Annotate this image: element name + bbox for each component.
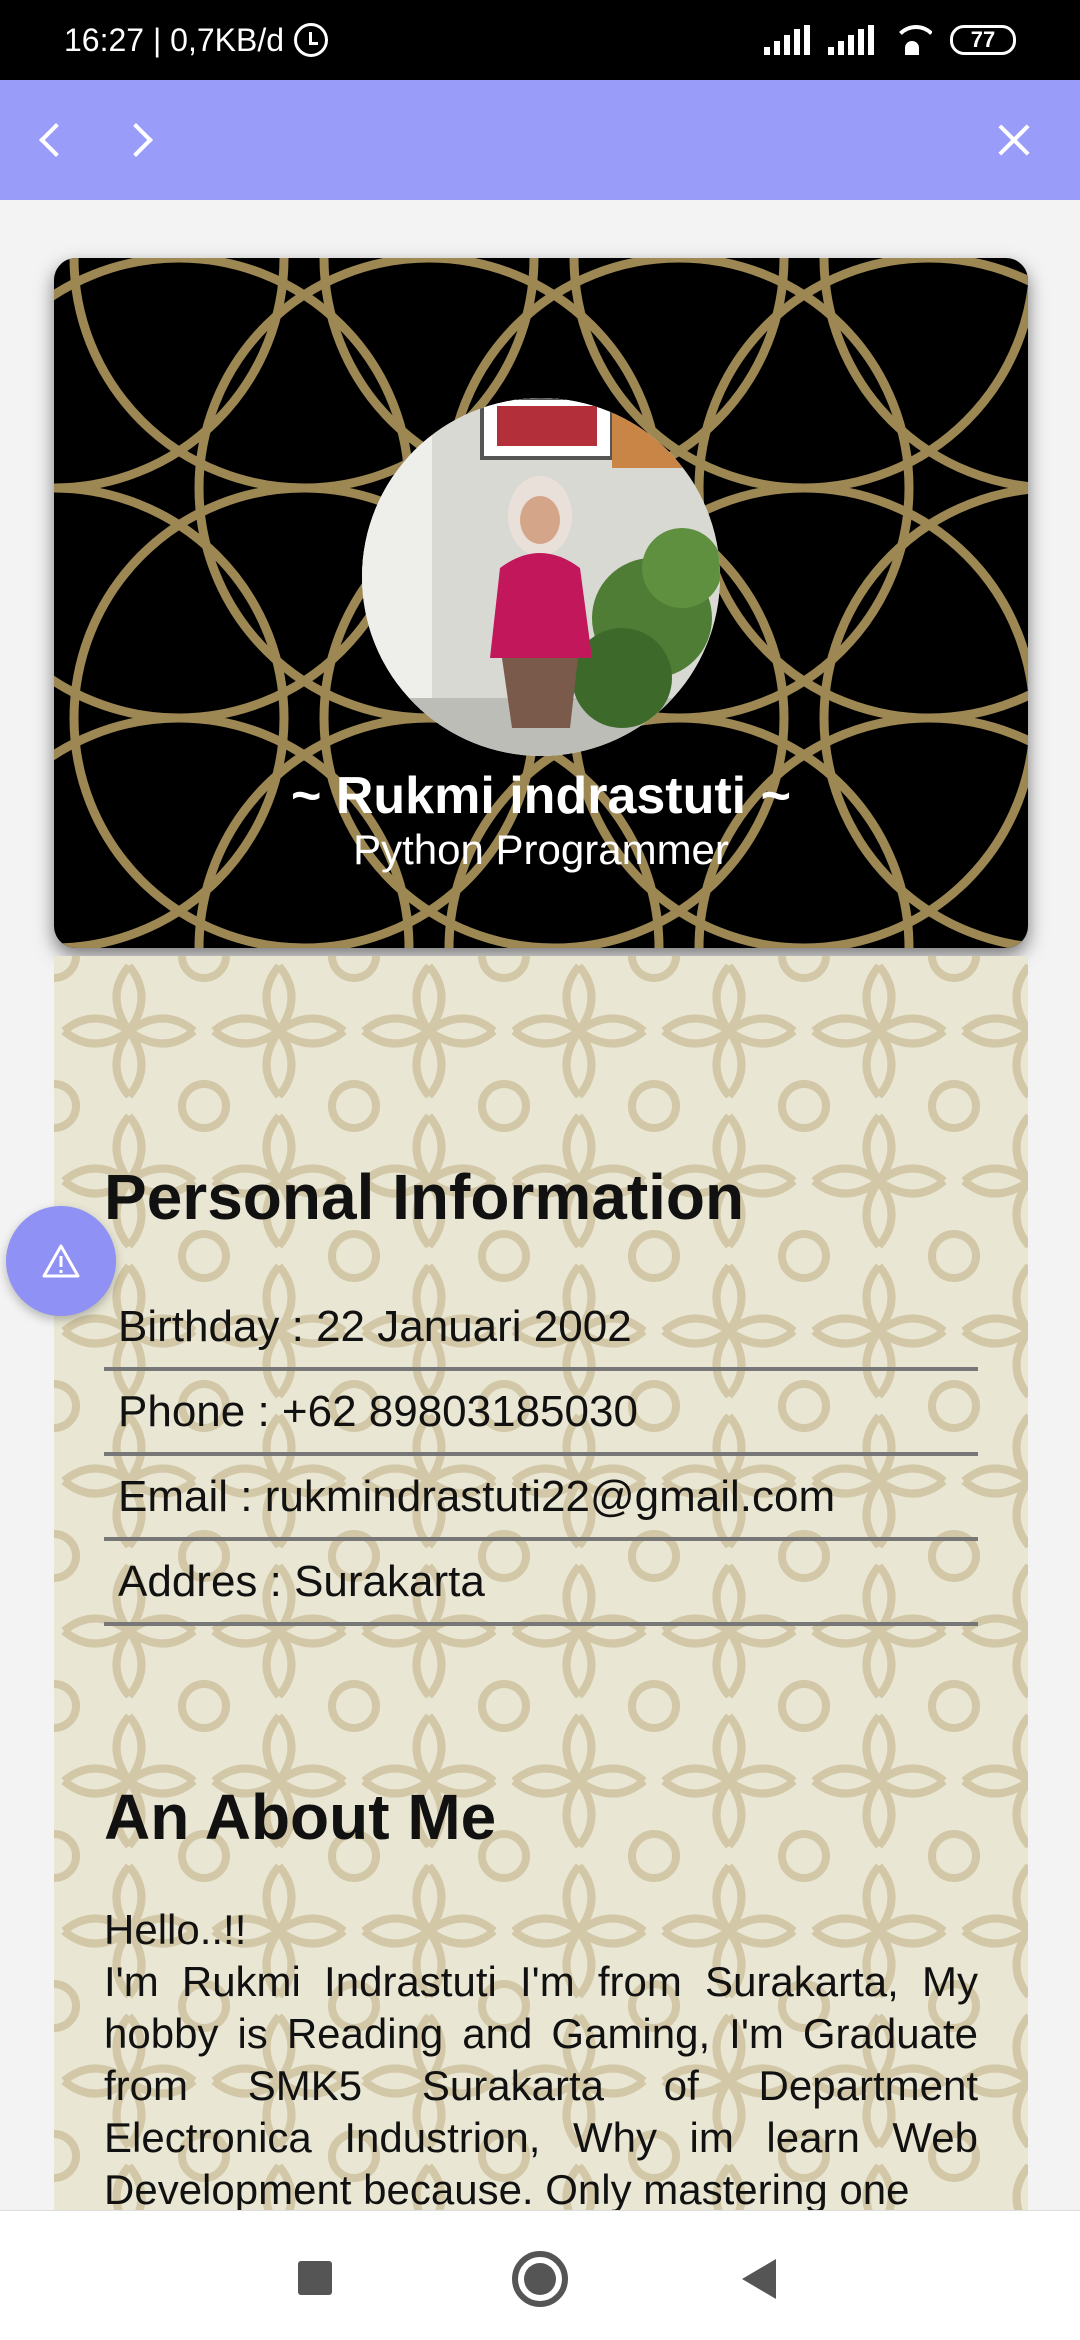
browser-top-bar bbox=[0, 80, 1080, 200]
forward-button[interactable] bbox=[110, 110, 170, 170]
home-circle-icon[interactable] bbox=[512, 2251, 568, 2307]
status-bar: 16:27 | 0,7KB/d 77 bbox=[0, 0, 1080, 80]
recents-square-icon[interactable] bbox=[298, 2261, 332, 2295]
profile-header-card: ~ Rukmi indrastuti ~ Python Programmer bbox=[54, 258, 1028, 948]
info-row-phone: Phone : +62 89803185030 bbox=[104, 1371, 978, 1456]
profile-avatar bbox=[362, 398, 720, 756]
signal-icon bbox=[764, 25, 810, 55]
status-time: 16:27 | 0,7KB/d bbox=[64, 21, 285, 58]
about-paragraph: I'm Rukmi Indrastuti I'm from Surakarta,… bbox=[104, 1958, 978, 2210]
info-row-birthday: Birthday : 22 Januari 2002 bbox=[104, 1286, 978, 1371]
warning-icon bbox=[42, 1244, 80, 1278]
wifi-icon bbox=[892, 25, 932, 55]
info-row-address: Addres : Surakarta bbox=[104, 1541, 978, 1626]
about-text-block: Hello..!! I'm Rukmi Indrastuti I'm from … bbox=[104, 1904, 978, 2210]
battery-icon: 77 bbox=[950, 25, 1016, 55]
info-row-email: Email : rukmindrastuti22@gmail.com bbox=[104, 1456, 978, 1541]
section-title-about: An About Me bbox=[104, 1781, 497, 1853]
signal-icon bbox=[828, 25, 874, 55]
section-title-personal-info: Personal Information bbox=[104, 1161, 745, 1233]
about-greeting: Hello..!! bbox=[104, 1906, 247, 1953]
personal-info-list: Birthday : 22 Januari 2002 Phone : +62 8… bbox=[104, 1286, 978, 1626]
profile-name: ~ Rukmi indrastuti ~ bbox=[291, 767, 791, 825]
warning-fab-button[interactable] bbox=[6, 1206, 116, 1316]
close-icon[interactable] bbox=[984, 110, 1044, 170]
profile-role: Python Programmer bbox=[353, 826, 729, 873]
alarm-icon bbox=[294, 23, 329, 57]
chevron-left-icon bbox=[39, 123, 73, 157]
back-button[interactable] bbox=[22, 110, 82, 170]
system-nav-bar bbox=[0, 2210, 1080, 2340]
chevron-right-icon bbox=[119, 123, 153, 157]
back-triangle-icon[interactable] bbox=[742, 2259, 776, 2299]
battery-level: 77 bbox=[970, 27, 996, 52]
